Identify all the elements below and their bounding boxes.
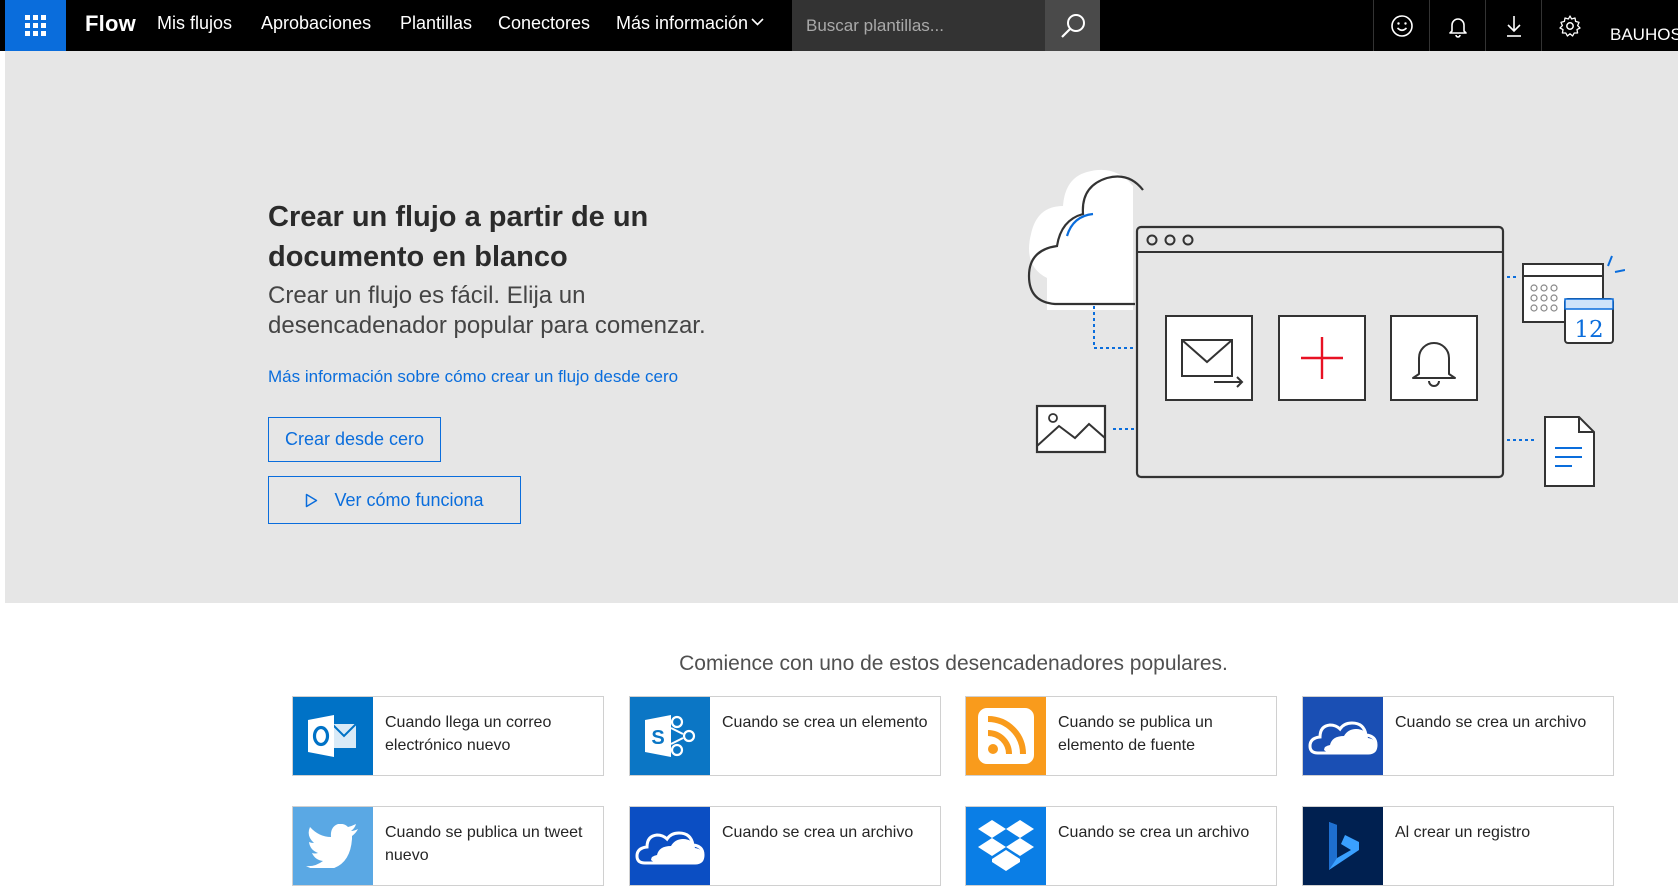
triggers-title: Comience con uno de estos desencadenador…: [679, 652, 1228, 675]
notifications-button[interactable]: [1429, 0, 1486, 51]
sharepoint-icon: S: [630, 697, 710, 775]
app-launcher-button[interactable]: [5, 0, 66, 51]
trigger-card-rss[interactable]: Cuando se publica un elemento de fuente: [965, 696, 1277, 776]
nav-my-flows[interactable]: Mis flujos: [157, 13, 232, 34]
play-icon: [306, 493, 318, 507]
trigger-label: Cuando se crea un elemento: [722, 714, 928, 731]
learn-more-link[interactable]: Más información sobre cómo crear un fluj…: [268, 367, 678, 387]
calendar-icon: 12: [1522, 255, 1625, 344]
chevron-down-icon: [751, 18, 764, 26]
plus-icon: [1278, 315, 1366, 401]
trigger-card-dropbox[interactable]: Cuando se crea un archivo: [965, 806, 1277, 886]
gear-icon: [1559, 14, 1581, 37]
brand-logo[interactable]: Flow: [85, 11, 136, 37]
download-button[interactable]: [1485, 0, 1542, 51]
feedback-button[interactable]: [1373, 0, 1430, 51]
trigger-label: Cuando se publica un tweet nuevo: [385, 824, 583, 864]
trigger-label: Al crear un registro: [1395, 824, 1531, 841]
download-icon: [1507, 15, 1521, 37]
create-from-blank-button[interactable]: Crear desde cero: [268, 417, 441, 462]
nav-approvals[interactable]: Aprobaciones: [261, 13, 371, 34]
hero-panel: Crear un flujo a partir de un documento …: [5, 51, 1678, 603]
smiley-icon: [1391, 14, 1413, 37]
watch-how-label: Ver cómo funciona: [334, 489, 484, 510]
trigger-label: Cuando se crea un archivo: [1058, 824, 1250, 841]
bell-tile-icon: [1390, 315, 1478, 401]
app-launcher-icon: [25, 15, 46, 36]
nav-connectors[interactable]: Conectores: [498, 13, 590, 34]
dropbox-icon: [966, 807, 1046, 885]
trigger-label: Cuando se crea un archivo: [1395, 714, 1587, 731]
trigger-label: Cuando llega un correo electrónico nuevo: [385, 714, 552, 754]
trigger-card-twitter[interactable]: Cuando se publica un tweet nuevo: [292, 806, 604, 886]
hero-title: Crear un flujo a partir de un documento …: [268, 201, 649, 273]
mail-icon: [1165, 315, 1253, 401]
hero-subtitle: Crear un flujo es fácil. Elija un desenc…: [268, 282, 706, 339]
trigger-card-onedrive[interactable]: Cuando se crea un archivo: [629, 806, 941, 886]
user-account[interactable]: BAUHOS: [1610, 25, 1678, 45]
trigger-card-dynamics[interactable]: Al crear un registro: [1302, 806, 1614, 886]
nav-templates[interactable]: Plantillas: [400, 13, 472, 34]
trigger-label: Cuando se publica un elemento de fuente: [1058, 714, 1213, 754]
nav-more-info-label: Más información: [616, 13, 749, 33]
search-icon: [1060, 13, 1085, 38]
trigger-card-outlook[interactable]: Cuando llega un correo electrónico nuevo: [292, 696, 604, 776]
rss-icon: [966, 697, 1046, 775]
settings-button[interactable]: [1541, 0, 1598, 51]
watch-how-button[interactable]: Ver cómo funciona: [268, 476, 521, 524]
outlook-icon: [293, 697, 373, 775]
hero-illustration: 12: [1027, 169, 1625, 487]
trigger-label: Cuando se crea un archivo: [722, 824, 914, 841]
nav-more-info[interactable]: Más información: [616, 13, 764, 34]
onedrive-icon: [630, 807, 710, 885]
dynamics-icon: [1303, 807, 1383, 885]
calendar-day: 12: [1574, 317, 1603, 343]
document-icon: [1544, 416, 1595, 487]
bell-icon: [1449, 17, 1467, 38]
trigger-card-onedrive-business[interactable]: Cuando se crea un archivo: [1302, 696, 1614, 776]
top-bar: Flow Mis flujos Aprobaciones Plantillas …: [0, 0, 1678, 51]
twitter-icon: [293, 807, 373, 885]
onedrive-business-icon: [1303, 697, 1383, 775]
search-button[interactable]: [1045, 0, 1100, 51]
cloud-icon: [1027, 169, 1144, 310]
image-icon: [1035, 404, 1107, 454]
svg-text:S: S: [651, 727, 664, 749]
trigger-card-sharepoint[interactable]: S Cuando se crea un elemento: [629, 696, 941, 776]
